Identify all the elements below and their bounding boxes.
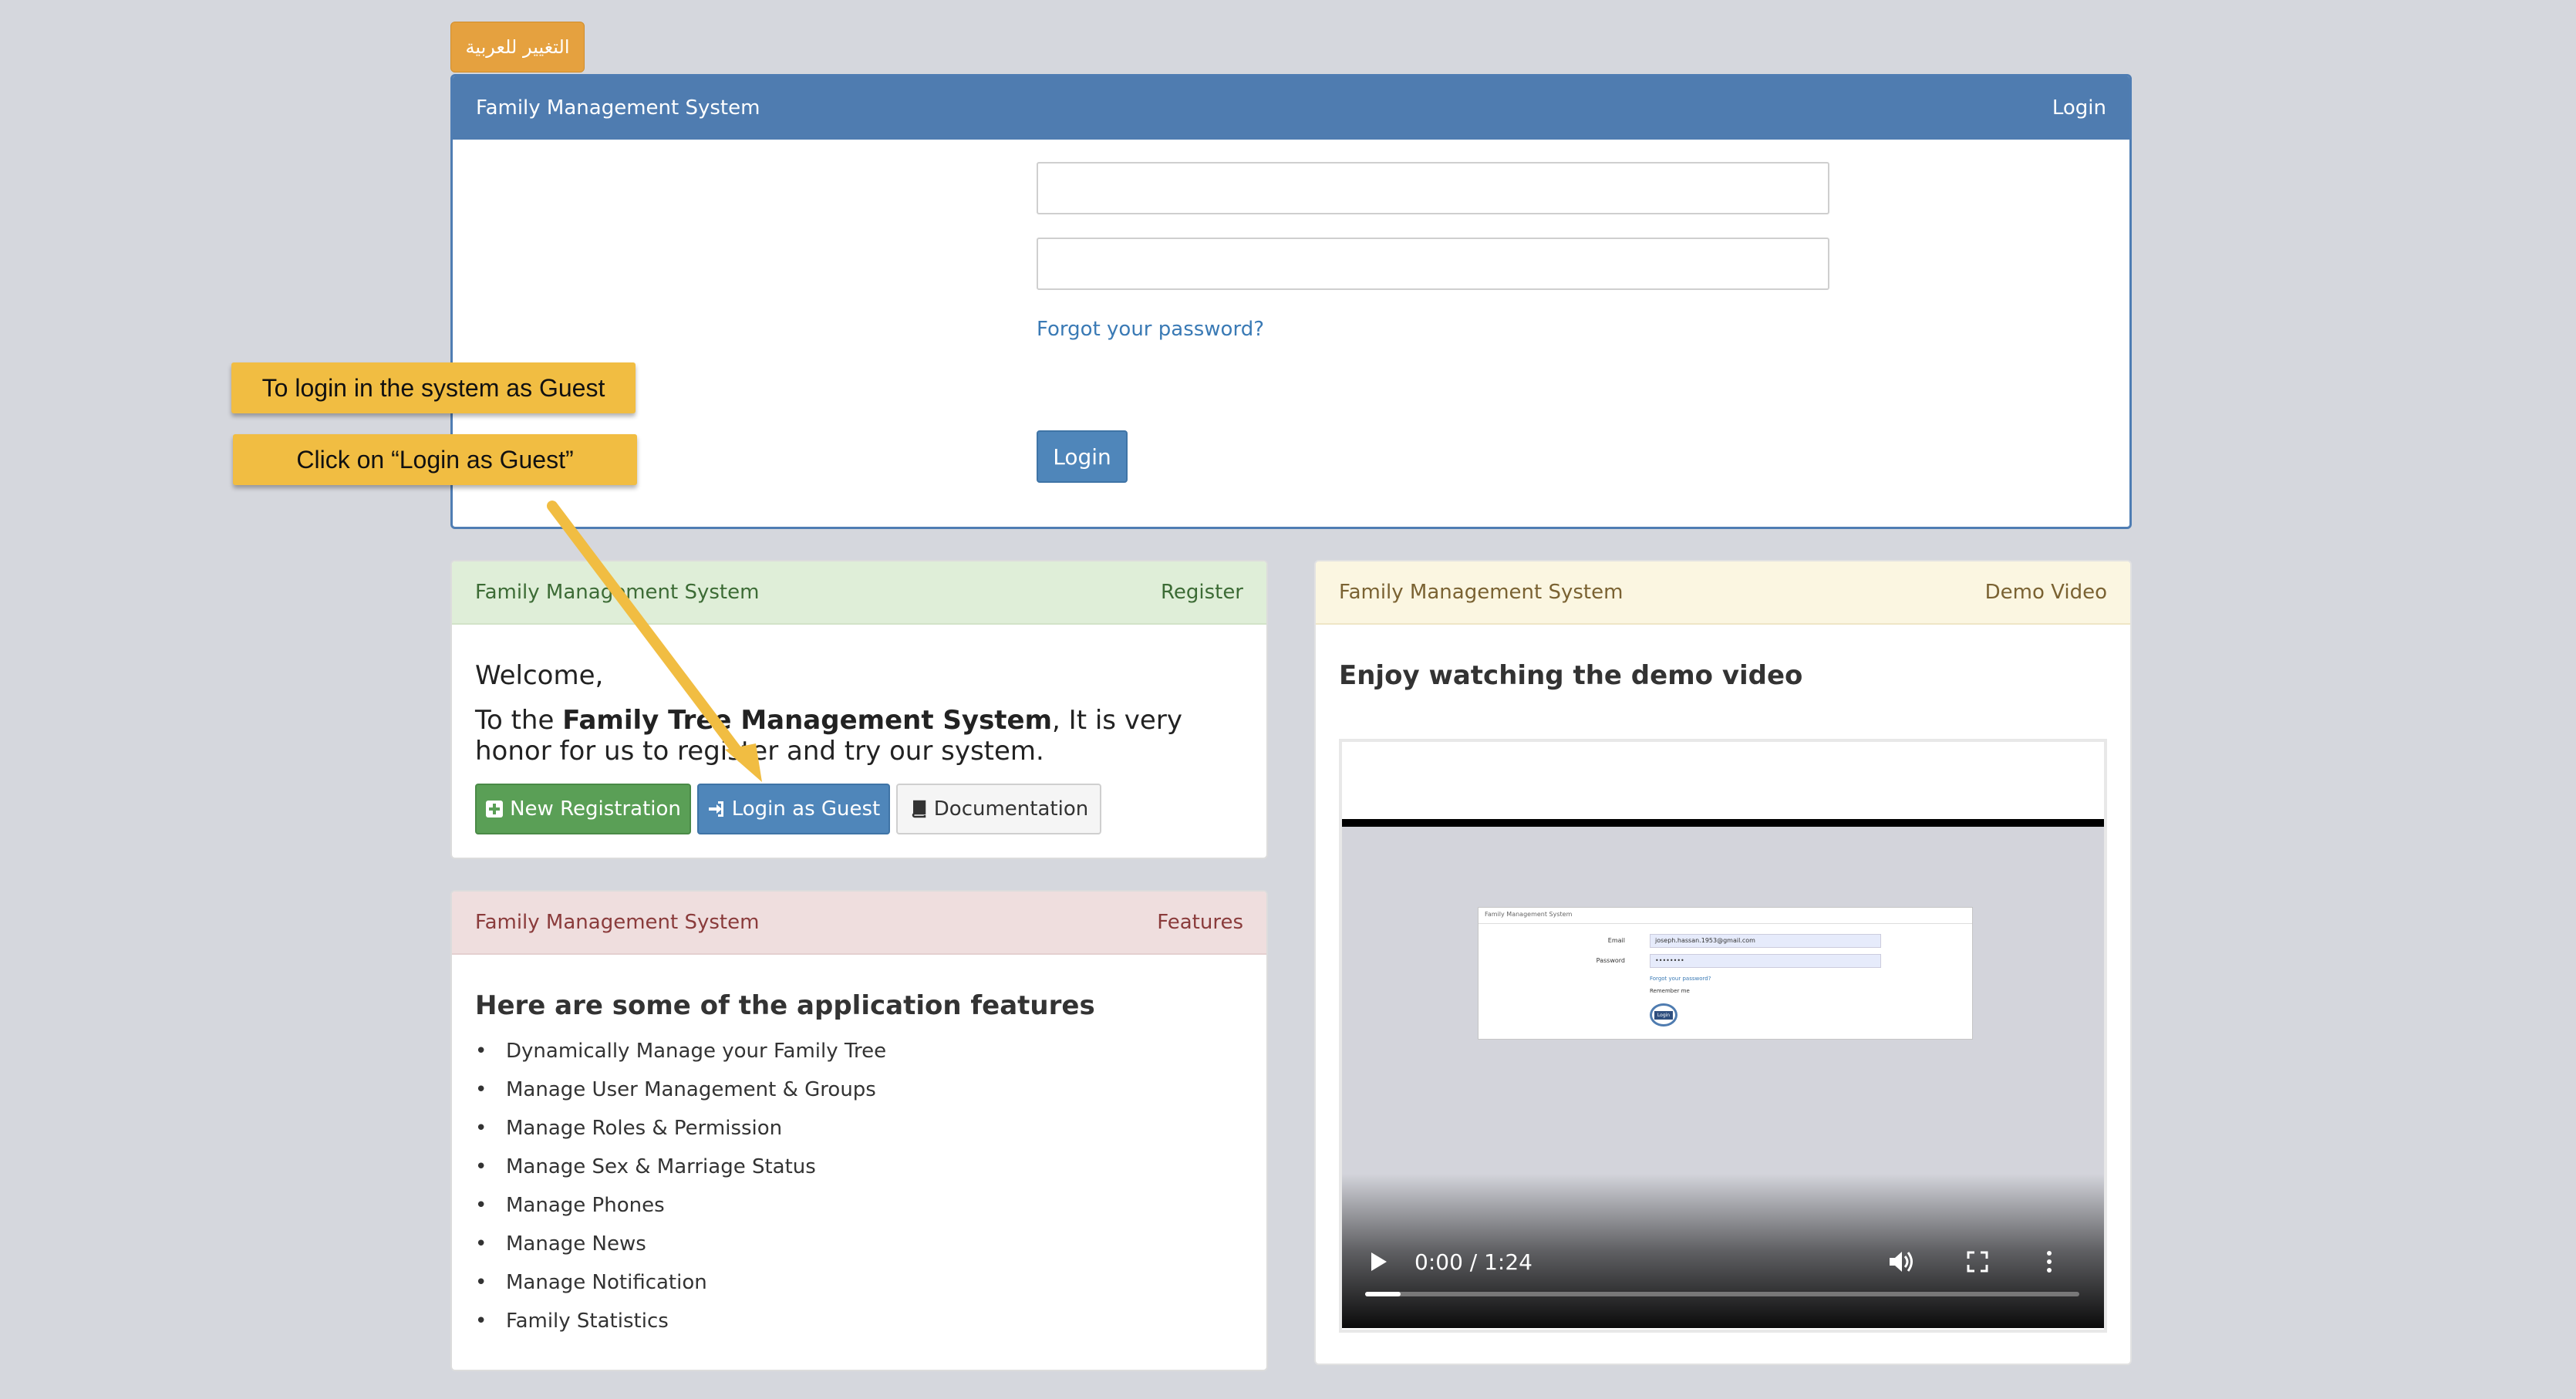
password-field[interactable] bbox=[1037, 238, 1829, 290]
features-panel-heading: Family Management System Features bbox=[452, 892, 1266, 955]
list-item: Manage Sex & Marriage Status bbox=[475, 1148, 886, 1186]
video-panel-heading: Family Management System Demo Video bbox=[1316, 561, 2130, 625]
video-letterbox bbox=[1342, 819, 2104, 827]
demo-video-panel: Family Management System Demo Video Enjo… bbox=[1314, 560, 2132, 1365]
login-panel-heading: Family Management System Login bbox=[453, 76, 2129, 140]
login-button[interactable]: Login bbox=[1037, 430, 1128, 483]
register-body: Welcome, To the Family Tree Management S… bbox=[452, 625, 1266, 767]
features-heading: Here are some of the application feature… bbox=[475, 990, 1095, 1021]
fullscreen-icon[interactable] bbox=[1967, 1251, 1988, 1273]
thumb-login-circle: Login bbox=[1650, 1003, 1677, 1026]
login-as-guest-button[interactable]: Login as Guest bbox=[697, 784, 890, 834]
documentation-button[interactable]: Documentation bbox=[896, 784, 1101, 834]
video-progress-bar[interactable] bbox=[1365, 1292, 2079, 1296]
login-panel-header-label: Login bbox=[2052, 96, 2106, 120]
intro-prefix: To the bbox=[475, 705, 563, 736]
login-panel-title: Family Management System bbox=[476, 96, 760, 120]
thumb-password-label: Password bbox=[1596, 957, 1625, 964]
play-icon[interactable] bbox=[1370, 1251, 1388, 1273]
more-options-icon[interactable] bbox=[2045, 1249, 2053, 1274]
thumb-email-label: Email bbox=[1607, 937, 1625, 944]
video-player[interactable]: Family Management System Email joseph.ha… bbox=[1339, 739, 2107, 1333]
features-panel-header-label: Features bbox=[1157, 911, 1243, 934]
video-panel-title: Family Management System bbox=[1339, 581, 1623, 604]
video-heading: Enjoy watching the demo video bbox=[1339, 660, 1803, 691]
video-controls: 0:00 / 1:24 bbox=[1342, 1174, 2104, 1328]
video-time: 0:00 / 1:24 bbox=[1414, 1249, 1532, 1275]
features-list: Dynamically Manage your Family Tree Mana… bbox=[475, 1032, 886, 1340]
forgot-password-link[interactable]: Forgot your password? bbox=[1037, 318, 1264, 341]
new-registration-button[interactable]: New Registration bbox=[475, 784, 691, 834]
callout-click-guest: Click on “Login as Guest” bbox=[233, 434, 637, 485]
volume-icon[interactable] bbox=[1888, 1249, 1916, 1274]
register-panel-heading: Family Management System Register bbox=[452, 561, 1266, 625]
plus-square-icon bbox=[486, 801, 504, 817]
register-panel-header-label: Register bbox=[1160, 581, 1243, 604]
thumb-email-field: joseph.hassan.1953@gmail.com bbox=[1650, 934, 1881, 948]
thumb-title: Family Management System bbox=[1485, 911, 1573, 918]
video-panel-header-label: Demo Video bbox=[1984, 581, 2107, 604]
welcome-text: Welcome, bbox=[475, 660, 604, 691]
list-item: Manage News bbox=[475, 1225, 886, 1263]
register-buttons: New Registration Login as Guest Document… bbox=[475, 784, 1101, 834]
book-icon bbox=[912, 800, 926, 818]
thumb-divider bbox=[1479, 923, 1972, 924]
list-item: Manage User Management & Groups bbox=[475, 1070, 886, 1109]
list-item: Manage Notification bbox=[475, 1263, 886, 1302]
thumb-forgot-link: Forgot your password? bbox=[1650, 976, 1711, 982]
features-panel-title: Family Management System bbox=[475, 911, 760, 934]
sign-in-icon bbox=[708, 801, 723, 817]
list-item: Manage Phones bbox=[475, 1186, 886, 1225]
thumb-password-field: •••••••• bbox=[1650, 954, 1881, 968]
intro-text: To the Family Tree Management System, It… bbox=[475, 705, 1246, 767]
new-registration-label: New Registration bbox=[510, 797, 681, 821]
register-panel: Family Management System Register Welcom… bbox=[450, 560, 1268, 859]
thumb-remember: Remember me bbox=[1650, 988, 1690, 994]
features-panel: Family Management System Features Here a… bbox=[450, 890, 1268, 1371]
list-item: Dynamically Manage your Family Tree bbox=[475, 1032, 886, 1070]
intro-bold: Family Tree Management System bbox=[562, 705, 1053, 736]
video-progress-fill bbox=[1365, 1292, 1401, 1296]
callout-guest-login: To login in the system as Guest bbox=[231, 362, 636, 413]
login-as-guest-label: Login as Guest bbox=[731, 797, 881, 821]
thumb-login-button: Login bbox=[1654, 1010, 1674, 1020]
language-toggle-button[interactable]: التغيير للعربية bbox=[450, 22, 585, 72]
list-item: Manage Roles & Permission bbox=[475, 1109, 886, 1148]
register-panel-title: Family Management System bbox=[475, 581, 760, 604]
login-panel: Family Management System Login Email Pas… bbox=[450, 74, 2132, 529]
video-thumbnail: Family Management System Email joseph.ha… bbox=[1478, 907, 1973, 1040]
documentation-label: Documentation bbox=[933, 797, 1089, 821]
email-field[interactable] bbox=[1037, 162, 1829, 214]
list-item: Family Statistics bbox=[475, 1302, 886, 1340]
